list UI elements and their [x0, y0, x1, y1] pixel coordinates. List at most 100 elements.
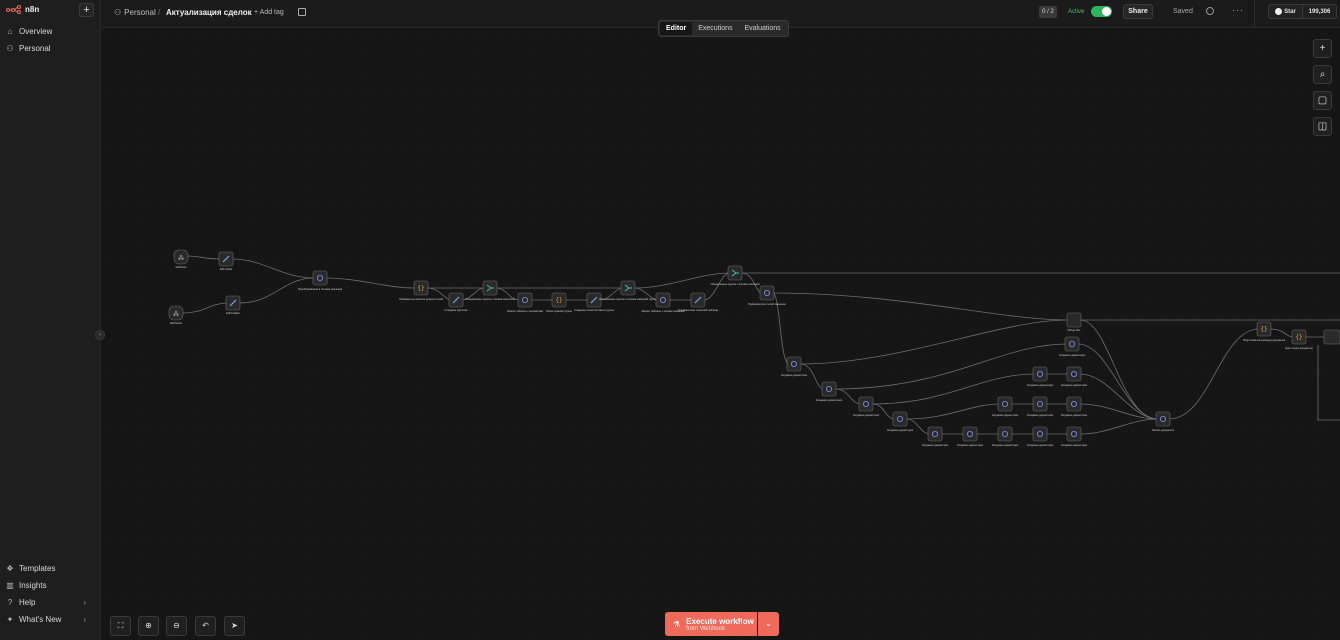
collapse-sidebar-button[interactable]: ‹ — [95, 330, 105, 340]
node-transform[interactable]: Преобразование в готовые значения — [298, 270, 343, 291]
github-star-count: 199,306 — [1308, 8, 1331, 15]
node-check-all-values[interactable]: Проверка всех полей значения — [748, 285, 786, 306]
node-create-directory[interactable]: Создание директории — [781, 356, 808, 377]
svg-text:{}: {} — [1295, 334, 1302, 341]
node-create-directory[interactable]: Создание директории — [1059, 336, 1086, 357]
sidebar-item-personal[interactable]: ⚇ Personal — [6, 43, 50, 53]
search-icon[interactable]: ⌕ — [1313, 65, 1332, 84]
node-loop-documents[interactable]: {} Цикл через документы — [1285, 329, 1313, 350]
logo[interactable]: n8n — [6, 4, 39, 14]
svg-text:⁂: ⁂ — [173, 311, 179, 318]
node-create-all-values[interactable]: Создание всех значений таблицы — [678, 292, 719, 312]
node-create-directory[interactable]: Создание директории — [1061, 366, 1088, 387]
node-label: Создание директории — [992, 413, 1019, 417]
node-create-directory[interactable]: Создание директории — [853, 396, 880, 417]
node-create-directory[interactable]: Создание директории — [1027, 426, 1054, 447]
import-icon[interactable] — [298, 8, 306, 16]
sidebar-item-templates[interactable]: ❖ Templates — [6, 564, 55, 573]
templates-icon: ❖ — [6, 563, 14, 573]
node-create-directory[interactable]: Создание директории — [992, 426, 1019, 447]
node-prepare-check[interactable]: {} Подготовка на проверку документа — [1243, 321, 1286, 342]
zoom-in-button[interactable]: ⊕ — [138, 616, 159, 636]
node-edit-fields1[interactable]: Edit Fields1 — [225, 295, 240, 315]
node-label: Подготовка на проверку документа — [1243, 338, 1286, 342]
node-label: Создание директории — [922, 443, 949, 447]
node-label: Проверка на наличие нужных полей — [399, 297, 443, 301]
node-merge-values[interactable]: Объединение сделок с полями значений — [710, 265, 760, 286]
node-create-group-fields[interactable]: Создание полей контакта группы — [574, 292, 614, 312]
node-webhook1[interactable]: ⁂ Webhook1 — [168, 305, 184, 325]
node-label: Edit Fields1 — [226, 311, 240, 315]
user-icon: ⚇ — [6, 43, 14, 53]
fit-view-button[interactable]: ⛶ — [110, 616, 131, 636]
sidebar-item-whats-new[interactable]: ✦ What's New › — [6, 615, 96, 624]
node-label: Создание директории — [1061, 443, 1088, 447]
github-star-button[interactable]: Star 199,306 — [1268, 4, 1337, 19]
sidebar-item-label: Insights — [19, 581, 47, 590]
add-tag-button[interactable]: + Add tag — [254, 9, 284, 16]
sidebar-item-help[interactable]: ? Help › — [6, 598, 96, 607]
node-create-directory[interactable]: Создание директории — [816, 381, 843, 402]
tab-editor[interactable]: Editor — [660, 22, 693, 35]
node-label: Объединение сделок с полями контактов — [465, 297, 515, 301]
tab-evaluations[interactable]: Evaluations — [738, 22, 786, 35]
panel-toggle-icon[interactable]: ◫ — [1313, 117, 1332, 136]
node-create-card[interactable]: Создание карточки — [445, 292, 468, 312]
node-find-group[interactable]: {} Поиск нужной группы — [546, 292, 572, 313]
node-request-contacts[interactable]: Запрос таблицы с контактами — [507, 292, 544, 313]
execute-workflow-button[interactable]: ⚗ Execute workflow from Webhook — [665, 612, 757, 636]
workflow-canvas[interactable]: ⁂ Webhook ⁂ Webhook1 Edit Fields Edit Fi… — [102, 29, 1340, 640]
workflow-title[interactable]: Актуализация сделок — [166, 8, 252, 17]
node-label: Поиск нужной группы — [546, 309, 572, 313]
svg-text:{}: {} — [555, 297, 562, 304]
node-write-document[interactable]: Запись документа — [1152, 411, 1174, 432]
active-label: Active — [1068, 9, 1085, 15]
node-create-directory[interactable]: Создание директории — [1061, 396, 1088, 417]
node-create-directory[interactable]: Создание директории — [992, 396, 1019, 417]
node-partial[interactable] — [1323, 329, 1340, 345]
node-create-directory[interactable]: Создание директории — [1027, 396, 1054, 417]
node-create-directory[interactable]: Создание директории — [887, 411, 914, 432]
create-new-button[interactable]: + — [79, 3, 94, 17]
sidebar-item-insights[interactable]: ▥ Insights — [6, 581, 47, 590]
node-label: Объединение сделок с полями значений гру… — [599, 297, 657, 301]
node-create-directory[interactable]: Создание директории — [1061, 426, 1088, 447]
node-label: Запись документа — [1152, 428, 1174, 432]
node-label: Webhook — [176, 265, 188, 269]
sidebar-item-overview[interactable]: ⌂ Overview — [6, 27, 53, 36]
node-label: Объединение сделок с полями значений — [710, 282, 760, 286]
node-label: Edit Fields — [220, 267, 233, 271]
node-merge-contacts[interactable]: Объединение сделок с полями контактов — [465, 280, 516, 301]
node-edit-fields[interactable]: Edit Fields — [218, 251, 234, 271]
github-icon — [1275, 8, 1283, 15]
zoom-out-button[interactable]: ⊖ — [166, 616, 187, 636]
execute-dropdown-button[interactable]: ⌄ — [758, 612, 779, 636]
sticky-note-icon[interactable]: ▢ — [1313, 91, 1332, 110]
share-button[interactable]: Share — [1123, 4, 1153, 19]
node-create-directory[interactable]: Создание директории — [957, 426, 984, 447]
more-options-icon[interactable]: ··· — [1232, 5, 1244, 15]
github-star: Star — [1269, 5, 1303, 18]
node-merge-group-values[interactable]: Объединение сделок с полями значений гру… — [599, 280, 657, 301]
node-create-directory[interactable]: Создание директории — [922, 426, 949, 447]
execute-label: Execute workflow — [686, 616, 754, 626]
node-webhook[interactable]: ⁂ Webhook — [173, 249, 189, 269]
node-label: Создание директории — [1061, 413, 1088, 417]
active-toggle[interactable] — [1091, 6, 1112, 17]
node-merge-doc[interactable]: Merge Doc — [1066, 312, 1082, 332]
chevron-right-icon: › — [83, 598, 86, 607]
user-icon: ⚇ — [114, 8, 122, 17]
select-tool-button[interactable]: ➤ — [224, 616, 245, 636]
node-create-directory[interactable]: Создание директории — [1027, 366, 1054, 387]
breadcrumb-project[interactable]: ⚇ Personal — [114, 8, 156, 17]
undo-button[interactable]: ↶ — [195, 616, 216, 636]
node-label: Создание директории — [816, 398, 843, 402]
tab-executions[interactable]: Executions — [692, 22, 738, 35]
svg-text:{}: {} — [1260, 326, 1267, 333]
breadcrumb-project-label: Personal — [124, 8, 156, 17]
node-label: Создание директории — [887, 428, 914, 432]
history-icon[interactable] — [1206, 7, 1214, 15]
flask-icon: ⚗ — [673, 619, 681, 629]
execute-text: Execute workflow from Webhook — [686, 617, 754, 632]
add-node-button[interactable]: + — [1313, 39, 1332, 58]
